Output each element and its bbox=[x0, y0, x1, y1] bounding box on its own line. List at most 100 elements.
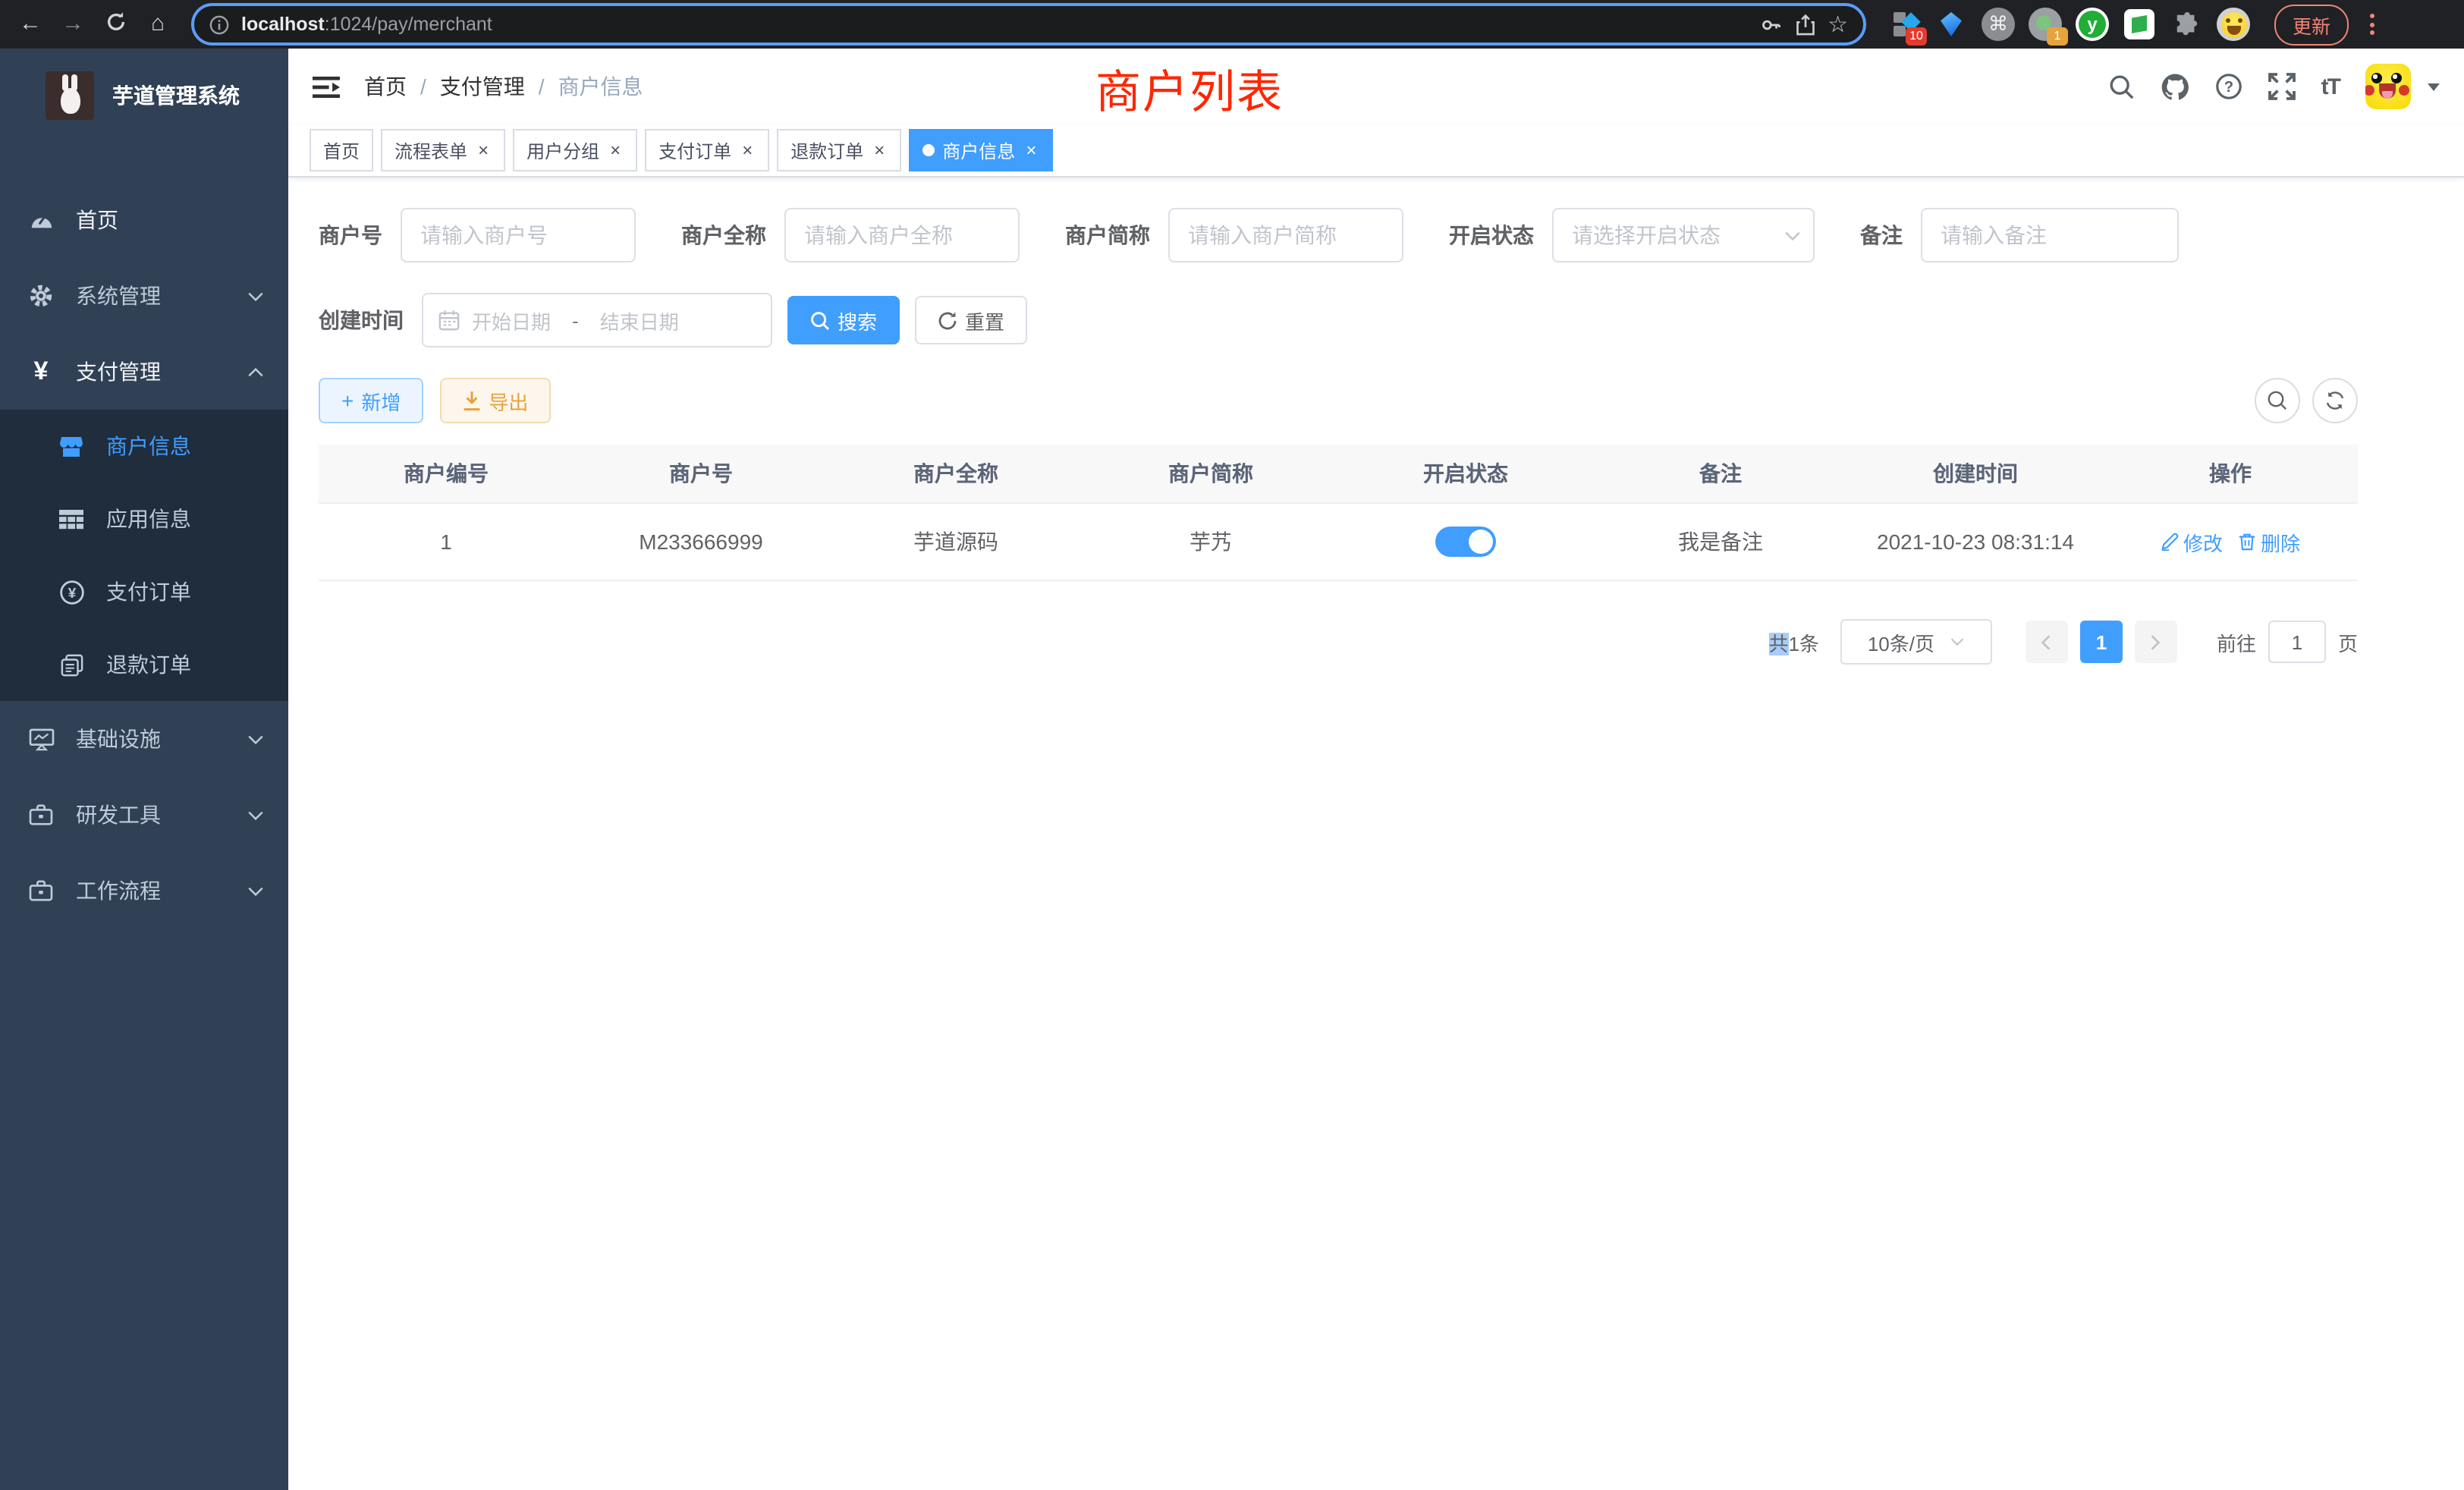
sidebar-item-pay-order[interactable]: ¥ 支付订单 bbox=[0, 555, 288, 628]
sidebar-collapse-icon[interactable] bbox=[313, 75, 340, 98]
page-unit-label: 页 bbox=[2338, 627, 2358, 656]
sidebar-item-pay[interactable]: ¥ 支付管理 bbox=[0, 334, 288, 410]
browser-back-icon[interactable]: ← bbox=[12, 0, 49, 49]
status-label: 开启状态 bbox=[1449, 220, 1552, 250]
tab-user-group[interactable]: 用户分组× bbox=[513, 129, 637, 171]
site-info-icon[interactable] bbox=[209, 14, 229, 34]
help-icon[interactable]: ? bbox=[2215, 73, 2242, 100]
sidebar-item-system[interactable]: 系统管理 bbox=[0, 258, 288, 334]
full-name-input[interactable] bbox=[784, 208, 1020, 262]
fullscreen-icon[interactable] bbox=[2268, 73, 2296, 100]
status-select[interactable]: 请选择开启状态 bbox=[1552, 208, 1815, 262]
sidebar-item-infra[interactable]: 基础设施 bbox=[0, 701, 288, 777]
extension-gem-icon[interactable] bbox=[1934, 8, 1968, 41]
extension-blocks-icon[interactable]: 10 bbox=[1887, 8, 1921, 41]
refresh-icon bbox=[938, 310, 957, 330]
cell-remark: 我是备注 bbox=[1593, 527, 1848, 557]
extension-note-icon[interactable] bbox=[2123, 8, 2156, 41]
extension-emoji-icon[interactable] bbox=[2217, 8, 2250, 41]
reset-button[interactable]: 重置 bbox=[915, 296, 1027, 344]
tab-process-form[interactable]: 流程表单× bbox=[381, 129, 505, 171]
sidebar-item-refund-order[interactable]: 退款订单 bbox=[0, 628, 288, 701]
edit-button[interactable]: 修改 bbox=[2161, 527, 2223, 556]
sidebar-item-home[interactable]: 首页 bbox=[0, 182, 288, 258]
user-avatar[interactable] bbox=[2365, 64, 2411, 109]
close-icon[interactable]: × bbox=[475, 140, 492, 161]
app-title: 芋道管理系统 bbox=[112, 80, 240, 111]
grid-icon bbox=[58, 509, 85, 529]
browser-toolbar: ← → ⌂ localhost:1024/pay/merchant ☆ 10 bbox=[0, 0, 2464, 49]
tab-home[interactable]: 首页 bbox=[310, 129, 373, 171]
yen-circle-icon: ¥ bbox=[58, 579, 85, 605]
github-icon[interactable] bbox=[2161, 72, 2189, 101]
svg-text:¥: ¥ bbox=[68, 585, 76, 601]
remark-input[interactable] bbox=[1921, 208, 2179, 262]
shop-icon bbox=[58, 435, 85, 457]
password-key-icon[interactable] bbox=[1759, 13, 1782, 36]
close-icon[interactable]: × bbox=[607, 140, 624, 161]
create-time-range-picker[interactable]: 开始日期 - 结束日期 bbox=[422, 293, 772, 347]
tab-merchant-info[interactable]: 商户信息× bbox=[909, 129, 1053, 171]
share-icon[interactable] bbox=[1794, 13, 1815, 36]
browser-home-icon[interactable]: ⌂ bbox=[140, 0, 176, 49]
pagination-total: 共1条 bbox=[1768, 627, 1819, 656]
export-button[interactable]: 导出 bbox=[440, 378, 551, 423]
active-dot bbox=[922, 144, 935, 156]
page-1-button[interactable]: 1 bbox=[2080, 621, 2123, 663]
download-icon bbox=[463, 391, 481, 410]
browser-menu-icon[interactable] bbox=[2361, 14, 2382, 35]
chevron-down-icon bbox=[1784, 230, 1801, 240]
sidebar-item-workflow[interactable]: 工作流程 bbox=[0, 853, 288, 929]
calendar-icon bbox=[438, 310, 460, 331]
close-icon[interactable]: × bbox=[739, 140, 756, 161]
chevron-right-icon bbox=[2151, 633, 2161, 650]
close-icon[interactable]: × bbox=[871, 140, 888, 161]
cell-merchant-no: M233666999 bbox=[574, 530, 828, 554]
extension-camera-icon[interactable]: 1 bbox=[2029, 8, 2062, 41]
extension-command-icon[interactable]: ⌘ bbox=[1982, 8, 2015, 41]
tab-pay-order[interactable]: 支付订单× bbox=[645, 129, 769, 171]
document-icon bbox=[58, 653, 85, 676]
breadcrumb-home[interactable]: 首页 bbox=[364, 71, 407, 102]
address-bar[interactable]: localhost:1024/pay/merchant ☆ bbox=[191, 3, 1866, 46]
user-menu-caret-icon[interactable] bbox=[2428, 83, 2440, 90]
font-size-icon[interactable]: tT bbox=[2321, 74, 2340, 99]
status-toggle[interactable] bbox=[1435, 527, 1496, 557]
table-toolbar: + 新增 导出 bbox=[319, 378, 2358, 423]
goto-page-input[interactable] bbox=[2268, 621, 2326, 663]
browser-forward-icon[interactable]: → bbox=[55, 0, 91, 49]
delete-button[interactable]: 删除 bbox=[2238, 527, 2300, 556]
browser-update-button[interactable]: 更新 bbox=[2274, 4, 2349, 45]
refresh-table-button[interactable] bbox=[2312, 378, 2358, 423]
extensions-puzzle-icon[interactable] bbox=[2170, 8, 2203, 41]
app-logo[interactable]: 芋道管理系统 bbox=[0, 49, 288, 143]
prev-page-button[interactable] bbox=[2026, 621, 2068, 663]
url-text[interactable]: localhost:1024/pay/merchant bbox=[241, 14, 492, 35]
search-icon[interactable] bbox=[2109, 74, 2135, 99]
add-button[interactable]: + 新增 bbox=[319, 378, 423, 423]
merchant-no-input[interactable] bbox=[401, 208, 636, 262]
close-icon[interactable]: × bbox=[1023, 140, 1039, 161]
search-button[interactable]: 搜索 bbox=[787, 296, 900, 344]
show-search-toggle-button[interactable] bbox=[2255, 378, 2300, 423]
sidebar-item-dev-tools[interactable]: 研发工具 bbox=[0, 777, 288, 853]
short-name-input[interactable] bbox=[1168, 208, 1403, 262]
end-date-placeholder: 结束日期 bbox=[600, 306, 679, 335]
extension-y-icon[interactable]: y bbox=[2076, 8, 2109, 41]
extension-icons: 10 ⌘ 1 y bbox=[1887, 8, 2250, 41]
tab-refund-order[interactable]: 退款订单× bbox=[777, 129, 901, 171]
bookmark-star-icon[interactable]: ☆ bbox=[1828, 11, 1848, 38]
main-content: 首页 / 支付管理 / 商户信息 ? bbox=[288, 49, 2464, 1490]
breadcrumb-current: 商户信息 bbox=[558, 71, 643, 102]
merchant-no-label: 商户号 bbox=[319, 220, 401, 250]
breadcrumb-pay[interactable]: 支付管理 bbox=[440, 71, 525, 102]
sidebar-item-app-info[interactable]: 应用信息 bbox=[0, 483, 288, 555]
browser-reload-icon[interactable] bbox=[97, 0, 134, 51]
start-date-placeholder: 开始日期 bbox=[472, 306, 551, 335]
sidebar-item-merchant-info[interactable]: 商户信息 bbox=[0, 410, 288, 483]
page-size-select[interactable]: 10条/页 bbox=[1840, 619, 1992, 665]
short-name-label: 商户简称 bbox=[1065, 220, 1168, 250]
app-window: ← → ⌂ localhost:1024/pay/merchant ☆ 10 bbox=[0, 0, 2464, 1490]
next-page-button[interactable] bbox=[2135, 621, 2177, 663]
refresh-icon bbox=[2324, 390, 2346, 411]
